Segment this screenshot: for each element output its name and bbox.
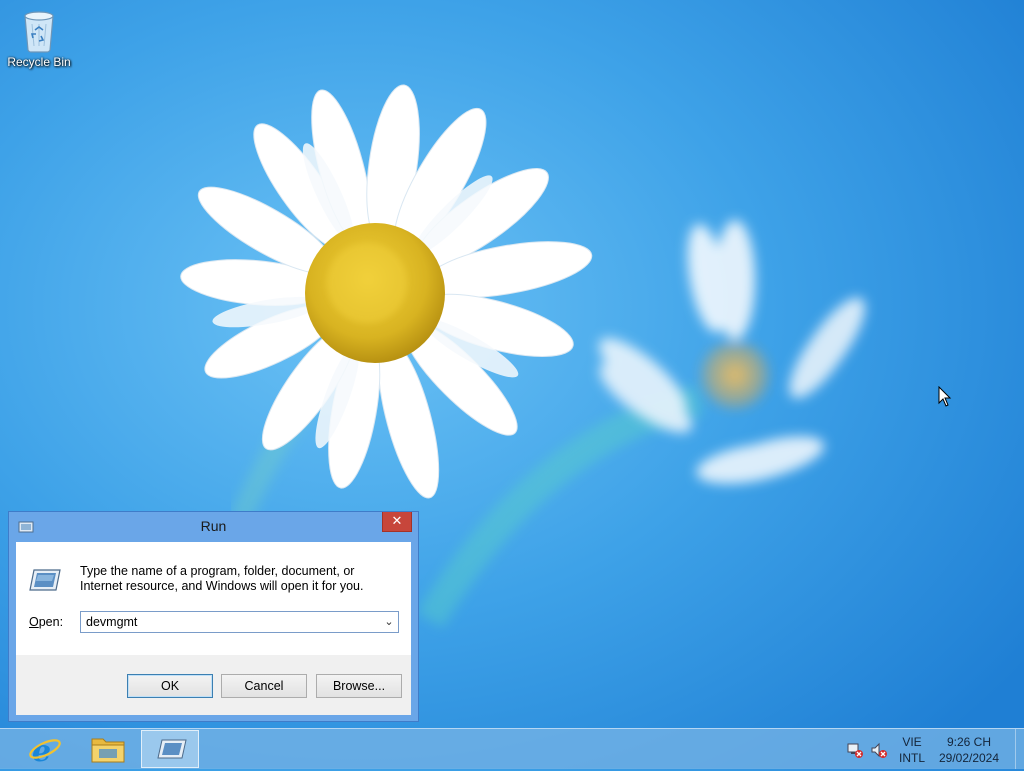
svg-text:e: e <box>32 734 51 768</box>
keyboard-layout: INTL <box>898 751 925 765</box>
ie-icon: e <box>29 734 61 769</box>
taskbar-run[interactable] <box>141 730 199 768</box>
desktop-icon-recycle-bin[interactable]: Recycle Bin <box>4 6 74 69</box>
run-description: Type the name of a program, folder, docu… <box>80 564 364 593</box>
run-dialog: Run ✕ Type the name of a program, folder… <box>8 511 419 722</box>
run-dialog-title: Run <box>200 518 227 534</box>
desktop-icon-label: Recycle Bin <box>7 55 71 69</box>
run-dialog-titlebar[interactable]: Run ✕ <box>9 512 418 542</box>
language-code: VIE <box>902 735 922 749</box>
open-label: Open: <box>29 615 64 629</box>
cancel-button[interactable]: Cancel <box>221 674 307 698</box>
clock-time: 9:26 CH <box>946 735 992 749</box>
browse-button[interactable]: Browse... <box>316 674 402 698</box>
language-indicator[interactable]: VIE INTL <box>894 734 930 766</box>
taskbar: e VIE INTL 9:26 CH 29/02/2024 <box>0 728 1024 769</box>
taskbar-internet-explorer[interactable]: e <box>16 730 74 769</box>
show-desktop-button[interactable] <box>1015 729 1024 769</box>
clock-date: 29/02/2024 <box>938 751 1000 765</box>
volume-muted-icon[interactable] <box>870 742 888 758</box>
recycle-bin-icon <box>19 6 59 54</box>
mouse-cursor-icon <box>938 386 952 407</box>
system-clock[interactable]: 9:26 CH 29/02/2024 <box>934 734 1004 766</box>
chevron-down-icon[interactable]: ⌄ <box>380 612 398 632</box>
ok-button[interactable]: OK <box>127 674 213 698</box>
run-icon <box>157 739 187 759</box>
folder-icon <box>91 738 125 763</box>
open-combobox[interactable]: ⌄ <box>80 611 399 633</box>
network-disconnected-icon[interactable] <box>846 742 864 758</box>
run-dialog-body: Type the name of a program, folder, docu… <box>16 542 411 715</box>
close-button[interactable]: ✕ <box>382 512 412 532</box>
taskbar-file-explorer[interactable] <box>79 730 137 768</box>
run-program-icon <box>29 569 61 591</box>
open-input[interactable] <box>81 612 381 632</box>
